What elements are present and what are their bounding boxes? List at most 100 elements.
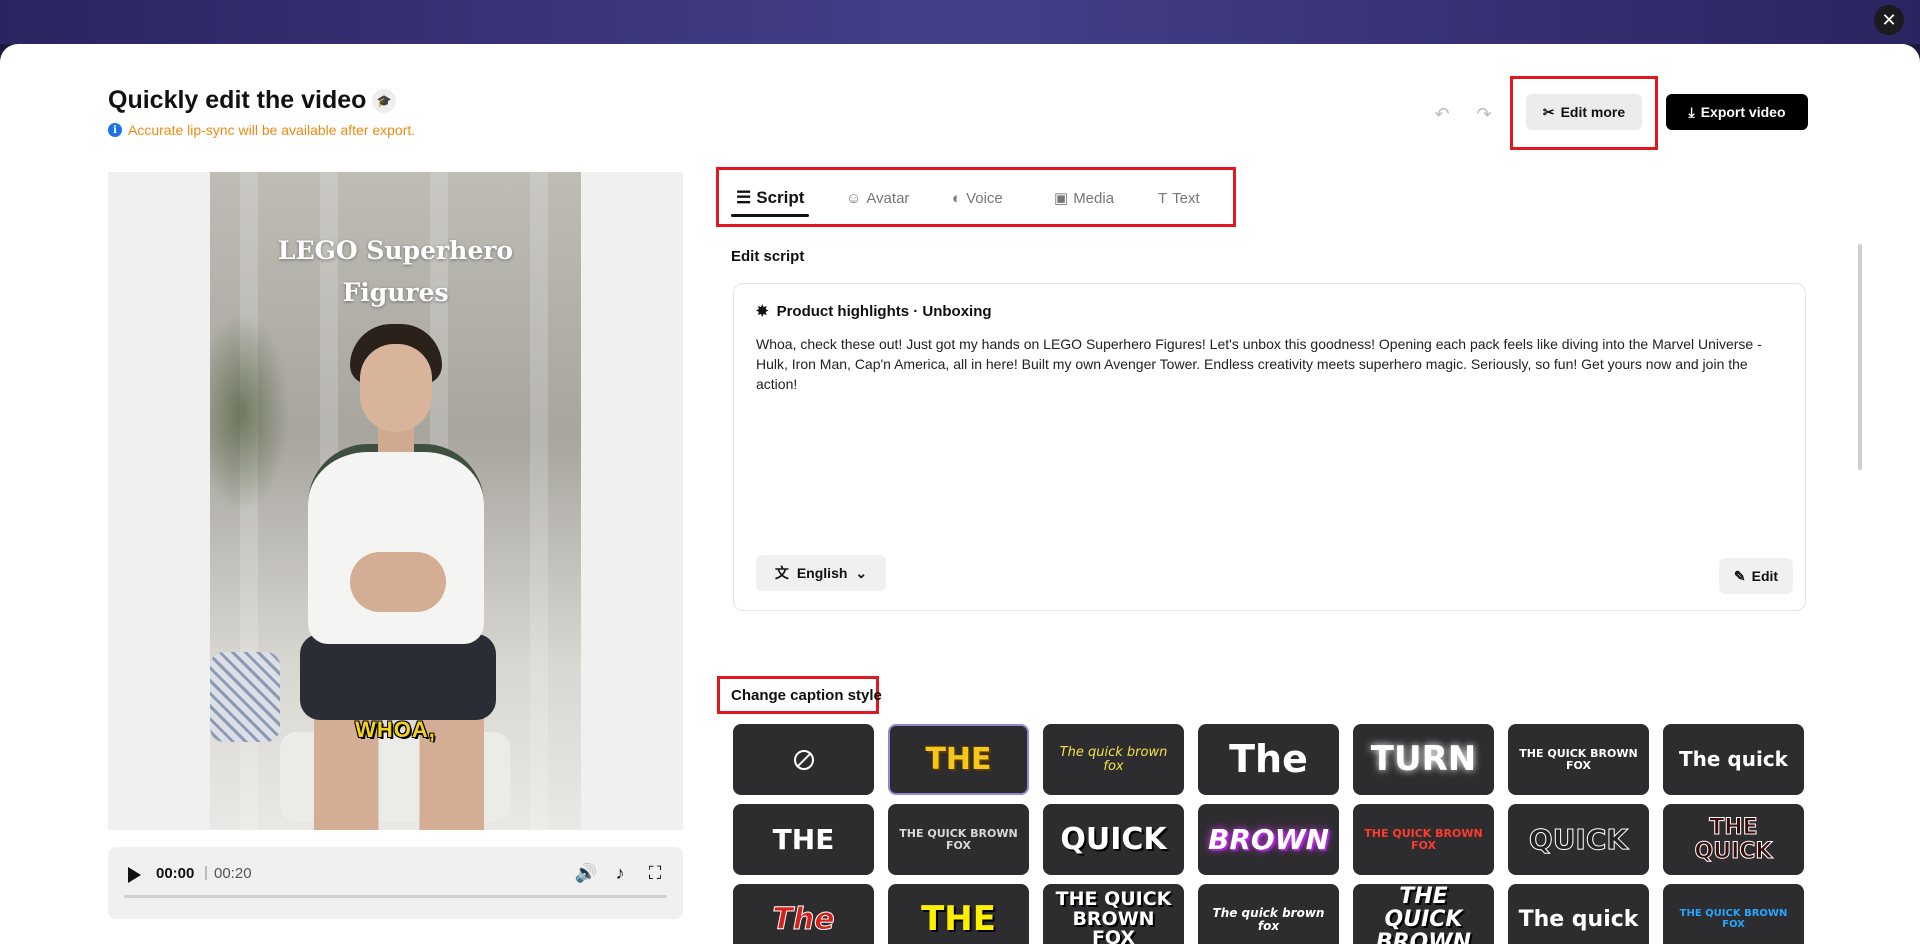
scrollbar[interactable]: [1858, 244, 1862, 470]
person-shorts: [300, 634, 496, 720]
edit-more-button[interactable]: ✂ Edit more: [1526, 94, 1642, 130]
script-icon: ☰: [736, 188, 752, 207]
caption-style-sample: THE QUICK BROWN FOX: [899, 826, 1018, 852]
tab-label: Media: [1073, 189, 1115, 207]
progress-bar[interactable]: [124, 895, 667, 898]
redo-icon[interactable]: ↷: [1470, 100, 1498, 128]
translate-icon: 文: [774, 565, 789, 581]
caption-style-sample: THE: [772, 822, 835, 856]
tab-label: Text: [1172, 189, 1200, 207]
tab-media[interactable]: ▣ Media: [1054, 185, 1114, 211]
video-title-line2: Figures: [342, 278, 449, 307]
caption-style-tile[interactable]: THE QUICK BROWN FOX: [1043, 884, 1184, 944]
caption-style-tile[interactable]: The quick brown fox: [1198, 884, 1339, 944]
caption-style-tile[interactable]: The: [1198, 724, 1339, 795]
caption-style-tile[interactable]: The quick: [1508, 884, 1649, 944]
video-frame[interactable]: LEGO Superhero Figures WHOA,: [210, 172, 581, 830]
caption-style-tile[interactable]: TURN: [1353, 724, 1494, 795]
caption-style-sample: The quick brown fox: [1059, 744, 1168, 774]
caption-style-tile[interactable]: THE QUICK BROWN: [1353, 884, 1494, 944]
play-icon[interactable]: [128, 867, 141, 883]
caption-style-sample: THE QUICK BROWN FOX: [1519, 746, 1638, 772]
lip-sync-notice: i Accurate lip-sync will be available af…: [108, 122, 415, 138]
tab-text[interactable]: T Text: [1158, 185, 1200, 211]
video-title-line1: LEGO Superhero: [277, 236, 514, 265]
caption-style-sample: THE QUICK BROWN FOX: [1055, 887, 1172, 944]
script-body[interactable]: Whoa, check these out! Just got my hands…: [756, 334, 1786, 394]
caption-style-sample: The: [772, 901, 835, 937]
active-tab-indicator: [731, 214, 809, 217]
info-icon: i: [108, 123, 122, 137]
tab-voice[interactable]: ◐ Voice: [952, 185, 1003, 211]
caption-style-sample: THE QUICK BROWN FOX: [1679, 908, 1788, 930]
pencil-icon: ✎: [1733, 567, 1746, 584]
close-button[interactable]: ✕: [1874, 5, 1904, 35]
caption-style-tile[interactable]: THE QUICK BROWN FOX: [1508, 724, 1649, 795]
caption-style-tile[interactable]: QUICK: [1508, 804, 1649, 875]
script-heading: ✸ Product highlights · Unboxing: [756, 302, 992, 321]
language-label: English: [796, 565, 848, 581]
caption-style-tile[interactable]: QUICK: [1043, 804, 1184, 875]
fullscreen-icon[interactable]: ⛶: [643, 861, 667, 885]
undo-icon[interactable]: ↶: [1428, 100, 1456, 128]
notice-text: Accurate lip-sync will be available afte…: [128, 122, 416, 138]
caption-style-tile[interactable]: THE: [888, 884, 1029, 944]
volume-icon[interactable]: 🔊: [574, 861, 598, 885]
caption-style-sample: QUICK: [1528, 822, 1629, 856]
time-current: 00:00: [156, 865, 195, 882]
tab-label: Voice: [966, 189, 1003, 207]
plant: [210, 312, 290, 512]
background-page-strip: [0, 0, 1920, 44]
caption-style-sample: The quick: [1518, 906, 1639, 932]
language-select[interactable]: 文 English ⌄: [756, 555, 886, 591]
text-icon: T: [1158, 189, 1168, 207]
time-total: 00:20: [214, 865, 252, 882]
edit-script-button[interactable]: ✎ Edit: [1719, 558, 1793, 594]
caption-style-sample: TURN: [1370, 738, 1477, 779]
caption-style-sample: THE: [921, 898, 996, 939]
caption-style-sample: BROWN: [1207, 822, 1330, 856]
caption-style-tile[interactable]: THE QUICK: [1663, 804, 1804, 875]
export-video-button[interactable]: ⤓ Export video: [1666, 94, 1808, 130]
caption-style-tile[interactable]: THE: [733, 804, 874, 875]
script-card: ✸ Product highlights · Unboxing Whoa, ch…: [733, 283, 1806, 611]
person-shirt: [308, 444, 484, 644]
close-icon: ✕: [1881, 9, 1897, 30]
caption-style-sample: The quick brown fox: [1212, 905, 1325, 933]
caption-style-sample: THE QUICK BROWN: [1375, 884, 1472, 944]
caption-style-sample: THE QUICK BROWN FOX: [1364, 826, 1483, 852]
video-controls: 00:00 | 00:20 🔊 ♪ ⛶: [108, 847, 683, 919]
tab-avatar[interactable]: ☺ Avatar: [846, 185, 909, 211]
caption-style-tile[interactable]: THE: [888, 724, 1029, 795]
caption-style-tile[interactable]: The: [733, 884, 874, 944]
edit-more-label: Edit more: [1560, 104, 1626, 120]
caption-style-sample: The: [1229, 736, 1308, 781]
tab-label: Script: [756, 188, 805, 207]
tab-script[interactable]: ☰ Script: [736, 185, 804, 211]
tiktok-icon[interactable]: ♪: [608, 861, 632, 885]
sparkle-icon: ✸: [756, 303, 769, 320]
caption-style-sample: QUICK: [1060, 821, 1167, 857]
time-separator: |: [204, 864, 208, 881]
page-title: Quickly edit the video: [108, 86, 367, 114]
scissors-icon: ✂: [1542, 103, 1555, 120]
caption-style-tile[interactable]: THE QUICK BROWN FOX: [1663, 884, 1804, 944]
person-head: [360, 344, 432, 432]
no-caption-icon: [793, 749, 814, 770]
graduation-cap-icon[interactable]: 🎓: [372, 89, 396, 113]
caption-style-sample: THE: [925, 741, 992, 777]
caption-style-tile[interactable]: BROWN: [1198, 804, 1339, 875]
caption-style-tile[interactable]: THE QUICK BROWN FOX: [888, 804, 1029, 875]
media-icon: ▣: [1054, 190, 1069, 207]
edit-label: Edit: [1751, 568, 1779, 584]
caption-style-tile[interactable]: The quick brown fox: [1043, 724, 1184, 795]
chevron-down-icon: ⌄: [855, 564, 868, 581]
caption-style-tile[interactable]: [733, 724, 874, 795]
caption-style-sample: THE QUICK: [1694, 815, 1773, 864]
caption-style-tile[interactable]: THE QUICK BROWN FOX: [1353, 804, 1494, 875]
edit-script-label: Edit script: [731, 248, 805, 265]
video-overlay-title: LEGO Superhero Figures: [210, 230, 581, 314]
caption-style-label: Change caption style: [731, 687, 882, 704]
edit-video-modal: Quickly edit the video 🎓 i Accurate lip-…: [0, 44, 1920, 944]
caption-style-tile[interactable]: The quick: [1663, 724, 1804, 795]
